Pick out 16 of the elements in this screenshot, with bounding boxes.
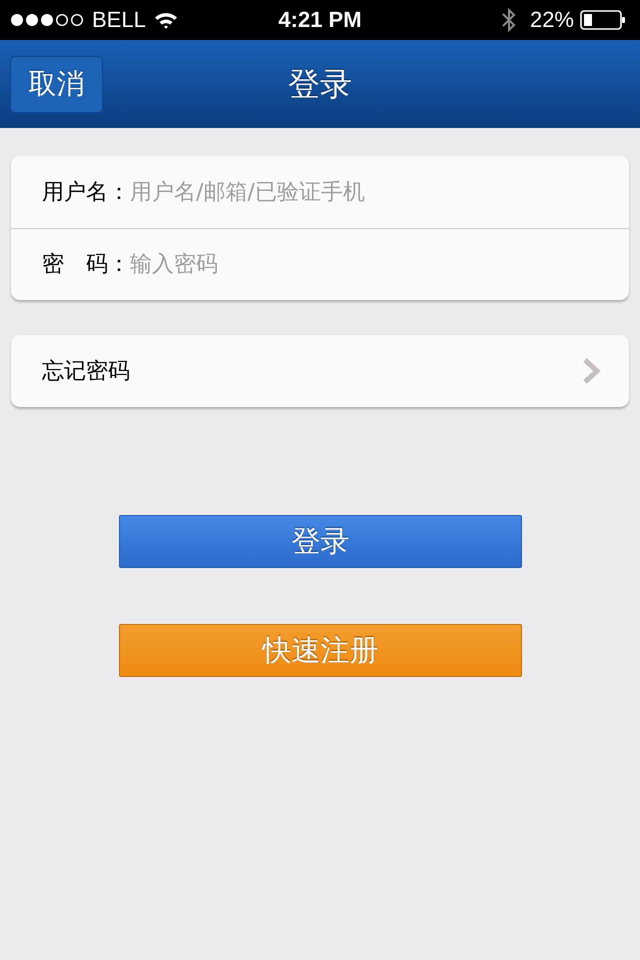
wifi-icon <box>154 11 178 29</box>
page-title: 登录 <box>288 64 352 105</box>
battery-icon <box>580 10 626 30</box>
forgot-password-row[interactable]: 忘记密码 <box>11 335 629 407</box>
signal-strength-icon <box>10 13 84 27</box>
cancel-button[interactable]: 取消 <box>10 56 103 112</box>
field-label: 密 码： <box>42 251 130 279</box>
text-input-field[interactable]: 输入密码 <box>130 244 609 284</box>
bluetooth-icon <box>502 7 516 33</box>
login-button[interactable]: 登录 <box>119 515 522 568</box>
clock-time: 4:21 PM <box>278 9 362 31</box>
carrier-name: BELL <box>92 9 146 31</box>
field-label: 用户名： <box>42 178 130 206</box>
chevron-right-icon <box>582 357 601 385</box>
battery-percent: 22% <box>530 9 574 31</box>
text-input-field[interactable]: 用户名/邮箱/已验证手机 <box>130 172 609 212</box>
